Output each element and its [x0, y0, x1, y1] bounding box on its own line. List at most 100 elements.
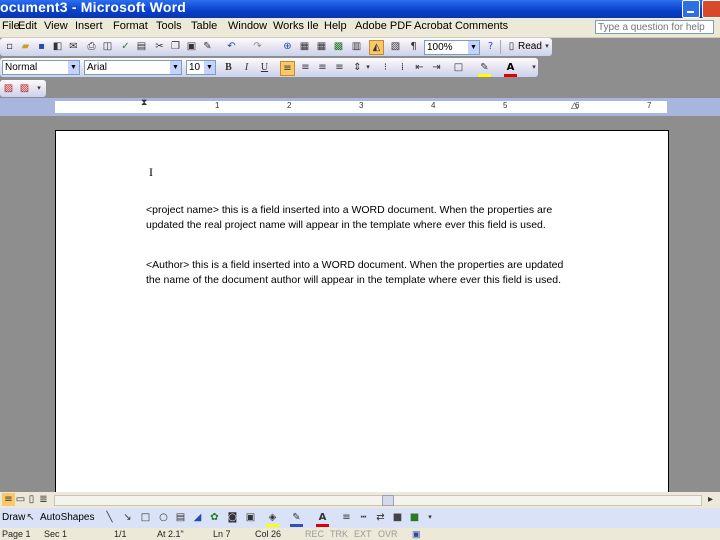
style-select[interactable]: Normal ▼: [2, 60, 80, 75]
font-size-select[interactable]: 10 ▼: [186, 60, 216, 75]
menu-view[interactable]: View: [44, 20, 68, 32]
research-icon[interactable]: ▤: [135, 40, 148, 53]
draw-menu[interactable]: Draw: [2, 512, 25, 523]
email-icon[interactable]: ✉: [67, 40, 80, 53]
menu-works[interactable]: Works Ile: [273, 20, 319, 32]
menu-format[interactable]: Format: [113, 20, 148, 32]
increase-indent-icon[interactable]: ⇥: [430, 61, 443, 74]
chevron-right-icon[interactable]: ▸: [704, 493, 717, 506]
oval-icon[interactable]: ○: [157, 511, 170, 524]
spelling-status-icon[interactable]: ▣: [412, 529, 421, 540]
menu-window[interactable]: Window: [228, 20, 267, 32]
help-search-input[interactable]: [595, 20, 714, 34]
zoom-select[interactable]: 100% ▼: [424, 40, 480, 55]
toolbar-options-icon[interactable]: ▾: [530, 61, 538, 74]
arrow-style-icon[interactable]: ⇄: [374, 511, 387, 524]
show-hide-icon[interactable]: ¶: [407, 40, 420, 53]
columns-icon[interactable]: ▥: [350, 40, 363, 53]
numbering-icon[interactable]: ⁝: [379, 61, 392, 74]
dash-style-icon[interactable]: ┅: [357, 511, 370, 524]
document-page[interactable]: I <project name> this is a field inserte…: [55, 130, 669, 512]
menu-insert[interactable]: Insert: [75, 20, 103, 32]
outline-view-icon[interactable]: ≣: [37, 493, 50, 506]
3d-style-icon[interactable]: ■: [408, 511, 421, 524]
close-button[interactable]: [702, 0, 720, 18]
insert-table-icon[interactable]: ▦: [315, 40, 328, 53]
shadow-icon[interactable]: ■: [391, 511, 404, 524]
bullets-icon[interactable]: ⁞: [396, 61, 409, 74]
menu-tools[interactable]: Tools: [156, 20, 182, 32]
format-painter-icon[interactable]: ✎: [201, 40, 214, 53]
justify-icon[interactable]: ≡: [333, 61, 346, 74]
status-ovr[interactable]: OVR: [378, 529, 398, 539]
horizontal-scrollbar[interactable]: ≡ ▭ ▯ ≣ ▸: [0, 492, 720, 508]
border-icon[interactable]: □: [452, 61, 465, 74]
print-icon[interactable]: ⎙: [85, 40, 98, 53]
menu-edit[interactable]: Edit: [18, 20, 37, 32]
paragraph-author[interactable]: <Author> this is a field inserted into a…: [146, 258, 576, 287]
wordart-icon[interactable]: ◢: [191, 511, 204, 524]
line-style-icon[interactable]: ≡: [340, 511, 353, 524]
menu-acrobat-comments[interactable]: Acrobat Comments: [414, 20, 508, 32]
redo-icon[interactable]: ↷: [251, 40, 264, 53]
picture-icon[interactable]: ▣: [244, 511, 257, 524]
left-indent-marker[interactable]: ⧗: [141, 98, 147, 108]
menu-help[interactable]: Help: [324, 20, 347, 32]
chevron-down-icon[interactable]: ▾: [365, 61, 371, 74]
scroll-track[interactable]: [54, 495, 702, 506]
fill-color-icon[interactable]: ◈: [266, 511, 279, 527]
toolbar-options-icon[interactable]: ▾: [35, 82, 43, 95]
clip-art-icon[interactable]: ◙: [226, 511, 239, 524]
spelling-icon[interactable]: ✓: [119, 40, 132, 53]
hyperlink-icon[interactable]: ⊕: [281, 40, 294, 53]
highlight-icon[interactable]: ✎: [478, 61, 491, 77]
line-color-icon[interactable]: ✎: [290, 511, 303, 527]
tables-borders-icon[interactable]: ▦: [298, 40, 311, 53]
copy-icon[interactable]: ❐: [169, 40, 182, 53]
toolbar-options-icon[interactable]: ▾: [543, 40, 551, 53]
title-bar[interactable]: ocument3 - Microsoft Word: [0, 0, 720, 18]
paste-icon[interactable]: ▣: [185, 40, 198, 53]
right-indent-marker[interactable]: △: [571, 101, 578, 111]
open-folder-icon[interactable]: ▰: [19, 40, 32, 53]
text-box-icon[interactable]: ▤: [174, 511, 187, 524]
paragraph-project-name[interactable]: <project name> this is a field inserted …: [146, 203, 576, 232]
toolbar-options-icon[interactable]: ▾: [426, 511, 434, 524]
rectangle-icon[interactable]: □: [139, 511, 152, 524]
minimize-button[interactable]: [682, 0, 700, 18]
scroll-thumb[interactable]: [382, 495, 394, 506]
insert-excel-icon[interactable]: ▩: [332, 40, 345, 53]
select-objects-icon[interactable]: ↖: [24, 511, 37, 524]
read-button[interactable]: Read: [518, 41, 542, 52]
help-icon[interactable]: ?: [484, 40, 497, 53]
arrow-icon[interactable]: ↘: [121, 511, 134, 524]
menu-adobe-pdf[interactable]: Adobe PDF: [355, 20, 412, 32]
status-trk[interactable]: TRK: [330, 529, 348, 539]
cut-icon[interactable]: ✂: [153, 40, 166, 53]
diagram-icon[interactable]: ✿: [208, 511, 221, 524]
undo-icon[interactable]: ↶: [225, 40, 238, 53]
save-icon[interactable]: ▪: [35, 40, 48, 53]
line-icon[interactable]: ╲: [103, 511, 116, 524]
new-document-icon[interactable]: ▫: [3, 40, 16, 53]
line-spacing-icon[interactable]: ⇕: [351, 61, 364, 74]
horizontal-ruler[interactable]: 1 2 3 4 5 6 7 ⧗ △: [55, 98, 667, 113]
align-right-icon[interactable]: ≡: [316, 61, 329, 74]
italic-icon[interactable]: I: [240, 61, 253, 74]
drawing-icon[interactable]: ◭: [369, 40, 384, 55]
align-center-icon[interactable]: ≡: [299, 61, 312, 74]
font-color-icon[interactable]: A: [504, 61, 517, 77]
font-select[interactable]: Arial ▼: [84, 60, 182, 75]
align-left-icon[interactable]: ≡: [280, 61, 295, 76]
autoshapes-menu[interactable]: AutoShapes: [40, 512, 95, 523]
underline-icon[interactable]: U: [258, 61, 271, 74]
status-rec[interactable]: REC: [305, 529, 324, 539]
permission-icon[interactable]: ◧: [51, 40, 64, 53]
pdf-email-icon[interactable]: ▨: [18, 82, 31, 95]
menu-table[interactable]: Table: [191, 20, 217, 32]
status-ext[interactable]: EXT: [354, 529, 372, 539]
decrease-indent-icon[interactable]: ⇤: [413, 61, 426, 74]
document-map-icon[interactable]: ▧: [389, 40, 402, 53]
print-preview-icon[interactable]: ◫: [101, 40, 114, 53]
bold-icon[interactable]: B: [222, 61, 235, 74]
